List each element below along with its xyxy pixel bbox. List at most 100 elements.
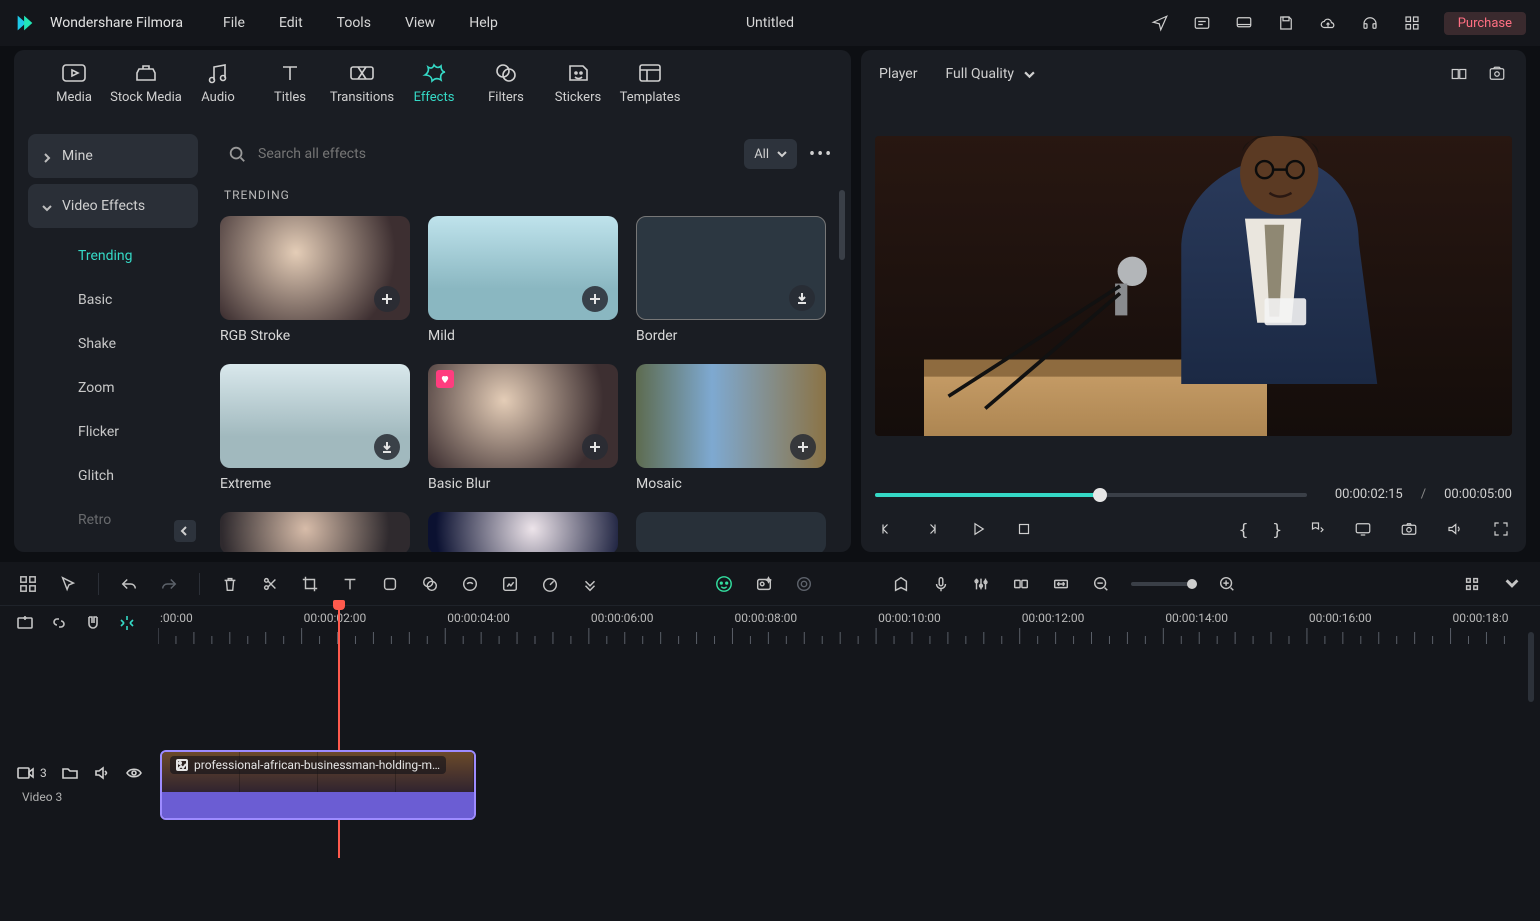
cloud-icon[interactable] [1318,13,1338,33]
category-zoom[interactable]: Zoom [28,366,198,410]
stop-icon[interactable] [1013,518,1035,540]
sidebar-item-video-effects[interactable]: Video Effects [28,184,198,228]
download-icon[interactable] [374,434,400,460]
tab-titles[interactable]: Titles [254,62,326,105]
ai-face-icon[interactable] [714,574,734,594]
collapse-sidebar-button[interactable] [174,520,196,542]
undo-icon[interactable] [119,574,139,594]
effect-item-mild[interactable]: Mild [428,216,618,344]
audio-mixer-icon[interactable] [971,574,991,594]
scrollbar[interactable] [839,190,845,260]
split-icon[interactable] [260,574,280,594]
preview-viewport[interactable] [875,136,1512,436]
visibility-icon[interactable] [125,764,143,782]
link-icon[interactable] [50,614,68,632]
record-icon[interactable] [794,574,814,594]
volume-icon[interactable] [1444,518,1466,540]
tab-audio[interactable]: Audio [182,62,254,105]
tab-stickers[interactable]: Stickers [542,62,614,105]
snapshot-icon[interactable] [1398,518,1420,540]
delete-icon[interactable] [220,574,240,594]
zoom-slider[interactable] [1131,582,1197,586]
headset-icon[interactable] [1360,13,1380,33]
menu-edit[interactable]: Edit [279,15,303,31]
play-icon[interactable] [967,518,989,540]
marker-icon[interactable] [891,574,911,594]
cursor-icon[interactable] [58,574,78,594]
tab-templates[interactable]: Templates [614,62,686,105]
effect-item-extreme[interactable]: Extreme [220,364,410,492]
magnet-icon[interactable] [84,614,102,632]
tab-media[interactable]: Media [38,62,110,105]
desktop-icon[interactable] [1234,13,1254,33]
effect-item-basic-blur[interactable]: Basic Blur [428,364,618,492]
menu-file[interactable]: File [223,15,245,31]
category-basic[interactable]: Basic [28,278,198,322]
layout-icon[interactable] [18,574,38,594]
display-settings-icon[interactable] [1352,518,1374,540]
redo-icon[interactable] [159,574,179,594]
plus-icon[interactable] [790,434,816,460]
timeline-scrollbar[interactable] [1528,632,1534,702]
menu-help[interactable]: Help [469,15,498,31]
prev-frame-icon[interactable] [875,518,897,540]
category-shake[interactable]: Shake [28,322,198,366]
color-icon[interactable] [420,574,440,594]
enhance-icon[interactable] [500,574,520,594]
tab-transitions[interactable]: Transitions [326,62,398,105]
tab-effects[interactable]: Effects [398,62,470,105]
effect-item-rgb-stroke[interactable]: RGB Stroke [220,216,410,344]
more-options-icon[interactable]: ••• [809,144,833,165]
add-track-icon[interactable] [16,614,34,632]
voiceover-icon[interactable] [931,574,951,594]
category-trending[interactable]: Trending [28,234,198,278]
compare-view-icon[interactable] [1448,63,1470,85]
quality-dropdown[interactable]: Full Quality [935,60,1045,88]
zoom-out-icon[interactable] [1091,574,1111,594]
seek-knob[interactable] [1093,488,1107,502]
speed-icon[interactable] [540,574,560,594]
effect-item-partial[interactable] [220,512,410,552]
purchase-button[interactable]: Purchase [1444,12,1526,35]
ai-photo-icon[interactable] [754,574,774,594]
crop-icon[interactable] [300,574,320,594]
download-icon[interactable] [789,285,815,311]
ai-tool-icon[interactable] [460,574,480,594]
plus-icon[interactable] [582,434,608,460]
plus-icon[interactable] [582,286,608,312]
search-input[interactable] [258,146,732,162]
menu-view[interactable]: View [405,15,435,31]
save-icon[interactable] [1276,13,1296,33]
zoom-in-icon[interactable] [1217,574,1237,594]
filter-all-dropdown[interactable]: All [744,139,797,169]
sidebar-item-mine[interactable]: Mine [28,134,198,178]
timeline-tracks[interactable]: 3 Video 3 professional-african-businessm… [0,654,1540,915]
auto-ripple-icon[interactable] [118,614,136,632]
mask-icon[interactable] [380,574,400,594]
marker-dropdown-icon[interactable] [1306,518,1328,540]
mute-icon[interactable] [93,764,111,782]
fit-width-icon[interactable] [1051,574,1071,594]
grid-icon[interactable] [1402,13,1422,33]
effect-item-mosaic[interactable]: Mosaic [636,364,826,492]
effect-item-partial[interactable] [636,512,826,552]
tab-stock[interactable]: Stock Media [110,62,182,105]
text-tool-icon[interactable] [340,574,360,594]
clip[interactable]: professional-african-businessman-holding… [160,750,476,820]
timeline-ruler[interactable]: :00:0000:00:02:0000:00:04:0000:00:06:000… [0,608,1540,648]
next-frame-icon[interactable] [921,518,943,540]
menu-tools[interactable]: Tools [337,15,371,31]
effect-item-partial[interactable] [428,512,618,552]
send-icon[interactable] [1150,13,1170,33]
plus-icon[interactable] [374,286,400,312]
tab-filters[interactable]: Filters [470,62,542,105]
mark-in-icon[interactable]: { [1239,520,1249,539]
seek-bar[interactable] [875,493,1307,497]
folder-icon[interactable] [61,764,79,782]
snapshot-mode-icon[interactable] [1486,63,1508,85]
category-flicker[interactable]: Flicker [28,410,198,454]
expand-tools-icon[interactable] [580,574,600,594]
mark-out-icon[interactable]: } [1272,520,1282,539]
keyframe-group-icon[interactable] [1011,574,1031,594]
effect-item-border[interactable]: Border [636,216,826,344]
